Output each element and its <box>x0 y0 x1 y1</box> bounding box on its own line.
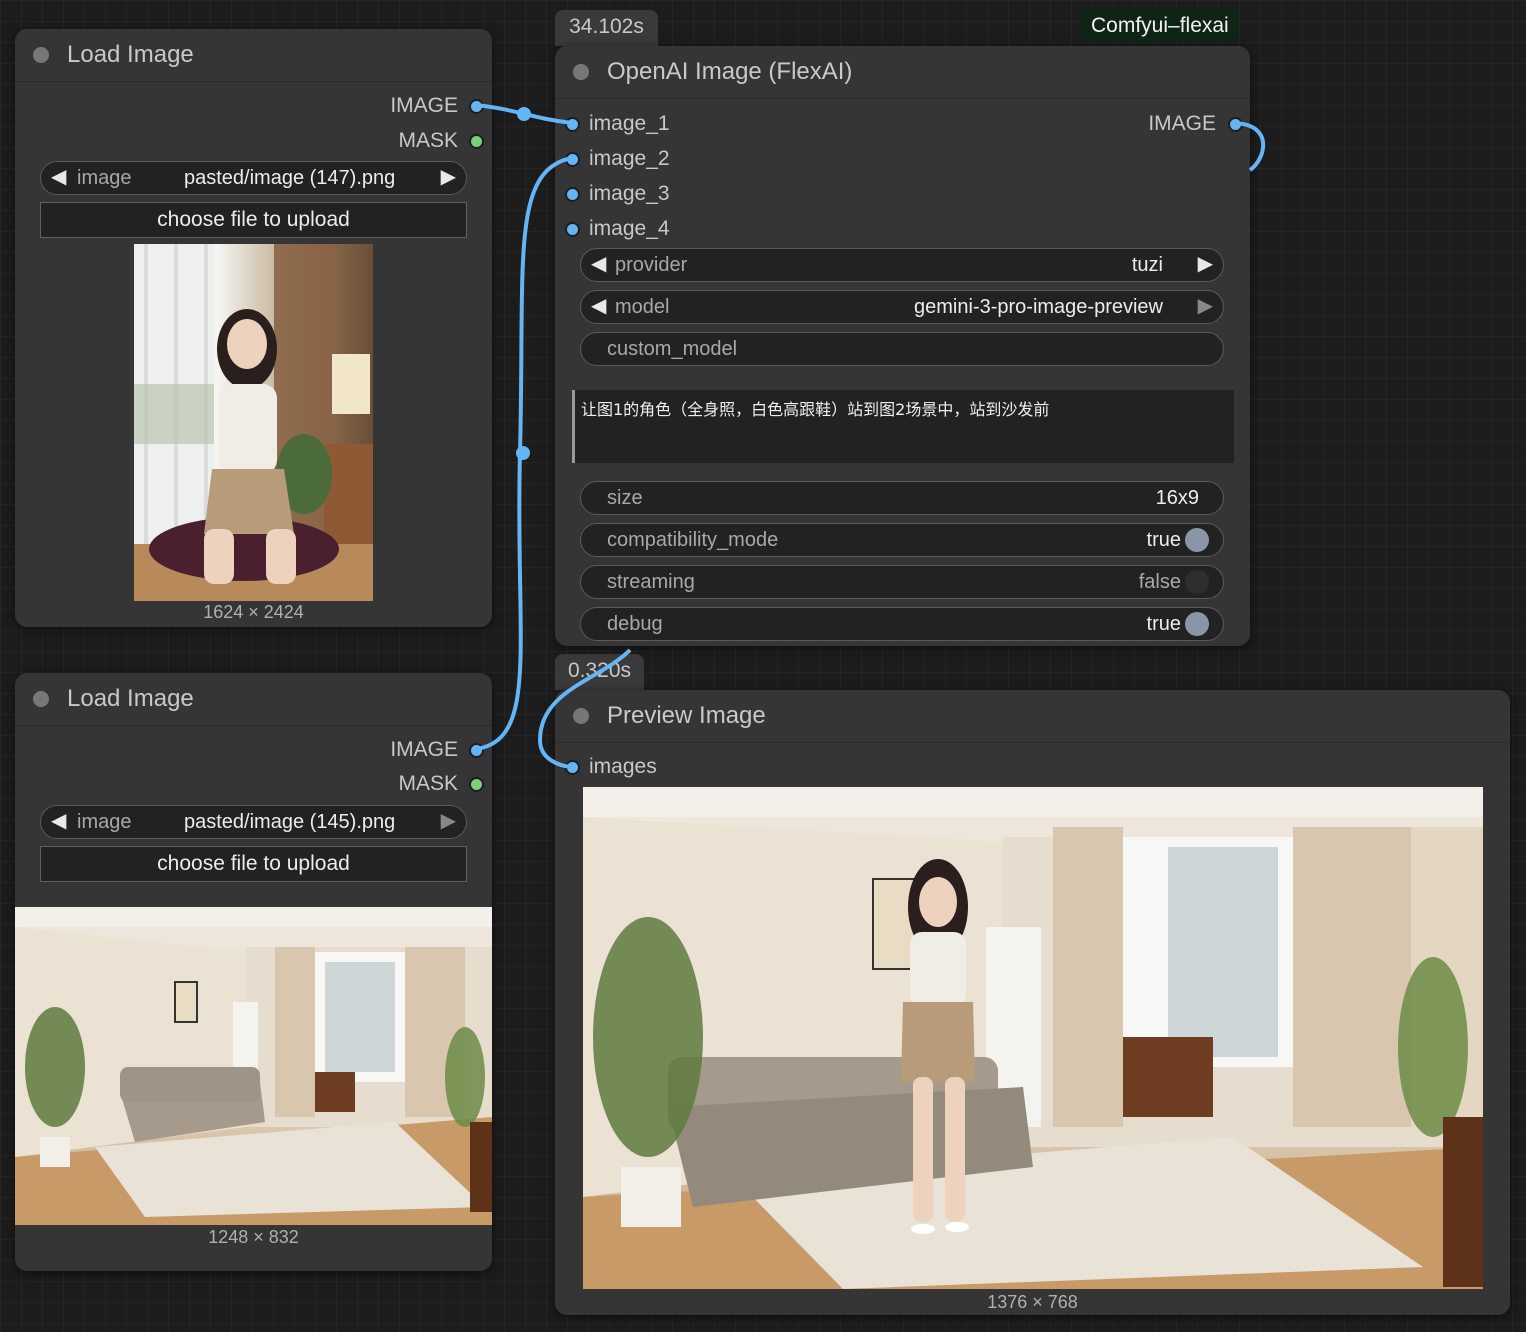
output-slot-image[interactable] <box>469 99 484 114</box>
input-slot-image3[interactable] <box>565 187 580 202</box>
input-slot-images[interactable] <box>565 760 580 775</box>
node-title: Load Image <box>67 685 194 712</box>
widget-name: size <box>607 487 643 509</box>
arrow-right-icon[interactable]: ▶ <box>1198 252 1213 276</box>
upload-button[interactable]: choose file to upload <box>40 846 467 882</box>
arrow-left-icon[interactable]: ◀ <box>51 165 66 189</box>
output-slot-mask[interactable] <box>469 134 484 149</box>
widget-value: pasted/image (145).png <box>184 811 396 833</box>
widget-name: image <box>77 167 132 189</box>
arrow-left-icon[interactable]: ◀ <box>51 809 66 833</box>
load-image-node-1[interactable]: Load Image IMAGE MASK ◀ image pasted/ima… <box>15 29 492 627</box>
compatibility-mode-toggle[interactable]: compatibility_mode true <box>580 523 1224 557</box>
output-slot-image[interactable] <box>1228 117 1243 132</box>
image-preview <box>15 907 492 1225</box>
widget-value: pasted/image (147).png <box>184 167 396 189</box>
collapse-dot-icon[interactable] <box>573 708 589 724</box>
input-label-image1: image_1 <box>589 112 670 135</box>
debug-toggle[interactable]: debug true <box>580 607 1224 641</box>
widget-value: false <box>1138 571 1181 593</box>
load-image-node-2[interactable]: Load Image IMAGE MASK ◀ image pasted/ima… <box>15 673 492 1271</box>
execution-time-badge: 34.102s <box>555 10 658 46</box>
widget-name: image <box>77 811 132 833</box>
image-combo-widget[interactable]: ◀ image pasted/image (147).png ▶ <box>40 161 467 195</box>
portrait-illustration <box>134 244 373 601</box>
toggle-off-icon[interactable] <box>1185 570 1209 594</box>
image-dimensions: 1624 × 2424 <box>203 602 304 622</box>
output-label-mask: MASK <box>398 772 458 795</box>
collapse-dot-icon[interactable] <box>573 64 589 80</box>
openai-image-node[interactable]: OpenAI Image (FlexAI) image_1 image_2 im… <box>555 46 1250 646</box>
widget-name: provider <box>615 254 688 276</box>
upload-button[interactable]: choose file to upload <box>40 202 467 238</box>
wire-midpoint-2 <box>516 446 530 460</box>
image-dimensions: 1376 × 768 <box>987 1292 1078 1312</box>
node-header[interactable]: Load Image <box>15 29 492 82</box>
widget-value: 16x9 <box>1155 487 1199 509</box>
widget-value: true <box>1146 529 1181 551</box>
room-illustration <box>15 907 492 1225</box>
preview-image-node[interactable]: Preview Image images 1376 × 768 <box>555 690 1510 1315</box>
widget-name: streaming <box>607 571 695 593</box>
provider-combo[interactable]: ◀ provider tuzi ▶ <box>580 248 1224 282</box>
input-label-images: images <box>589 755 657 778</box>
execution-time-badge: 0.320s <box>555 654 644 690</box>
collapse-dot-icon[interactable] <box>33 691 49 707</box>
arrow-left-icon[interactable]: ◀ <box>591 252 606 276</box>
model-combo[interactable]: ◀ model gemini-3-pro-image-preview ▶ <box>580 290 1224 324</box>
widget-name: debug <box>607 613 663 635</box>
wire-midpoint-1 <box>517 107 531 121</box>
image-dimensions: 1248 × 832 <box>208 1227 299 1247</box>
output-slot-mask[interactable] <box>469 777 484 792</box>
arrow-left-icon[interactable]: ◀ <box>591 294 606 318</box>
output-label-mask: MASK <box>398 129 458 152</box>
widget-name: compatibility_mode <box>607 529 779 551</box>
widget-value: gemini-3-pro-image-preview <box>914 296 1163 318</box>
node-header[interactable]: Preview Image <box>555 690 1510 743</box>
widget-value: tuzi <box>1131 254 1163 276</box>
node-header[interactable]: Load Image <box>15 673 492 726</box>
output-label-image: IMAGE <box>390 94 458 117</box>
widget-name: custom_model <box>607 338 738 360</box>
node-header[interactable]: OpenAI Image (FlexAI) <box>555 46 1250 99</box>
streaming-toggle[interactable]: streaming false <box>580 565 1224 599</box>
image-preview <box>134 244 373 601</box>
custom-model-field[interactable]: custom_model <box>580 332 1224 366</box>
output-image-preview <box>583 787 1483 1289</box>
arrow-right-icon[interactable]: ▶ <box>441 809 456 833</box>
toggle-on-icon[interactable] <box>1185 612 1209 636</box>
output-label-image: IMAGE <box>1148 112 1216 135</box>
output-slot-image[interactable] <box>469 743 484 758</box>
output-label-image: IMAGE <box>390 738 458 761</box>
input-slot-image2[interactable] <box>565 152 580 167</box>
toggle-on-icon[interactable] <box>1185 528 1209 552</box>
node-title: Load Image <box>67 41 194 68</box>
widget-name: model <box>615 296 670 318</box>
input-slot-image1[interactable] <box>565 117 580 132</box>
result-illustration <box>583 787 1483 1289</box>
arrow-right-icon[interactable]: ▶ <box>1198 294 1213 318</box>
group-label[interactable]: Comfyui–flexai <box>1081 10 1239 42</box>
size-widget[interactable]: size 16x9 <box>580 481 1224 515</box>
input-label-image4: image_4 <box>589 217 670 240</box>
node-title: OpenAI Image (FlexAI) <box>607 58 853 85</box>
input-label-image3: image_3 <box>589 182 670 205</box>
widget-value: true <box>1146 613 1181 635</box>
collapse-dot-icon[interactable] <box>33 47 49 63</box>
arrow-right-icon[interactable]: ▶ <box>441 165 456 189</box>
prompt-textarea[interactable]: 让图1的角色（全身照，白色高跟鞋）站到图2场景中，站到沙发前 <box>572 390 1234 463</box>
input-label-image2: image_2 <box>589 147 670 170</box>
node-title: Preview Image <box>607 702 766 729</box>
image-combo-widget[interactable]: ◀ image pasted/image (145).png ▶ <box>40 805 467 839</box>
input-slot-image4[interactable] <box>565 222 580 237</box>
